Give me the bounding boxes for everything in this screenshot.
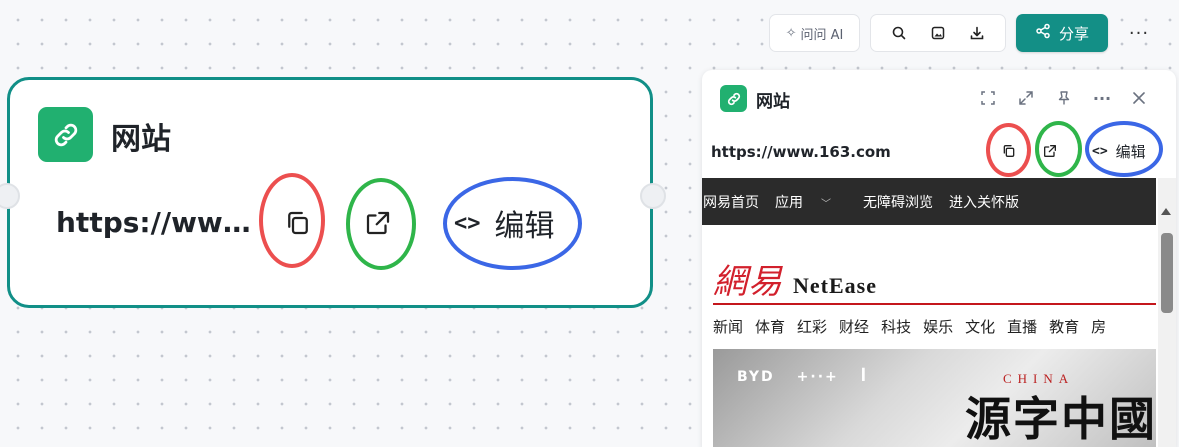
banner-logo: BYD	[737, 369, 775, 385]
channel-item[interactable]: 娱乐	[923, 316, 953, 337]
expand-icon[interactable]	[1014, 86, 1038, 110]
channel-item[interactable]: 教育	[1049, 316, 1079, 337]
link-icon	[720, 85, 747, 112]
site-nav-accessibility[interactable]: 无障碍浏览	[863, 192, 933, 212]
site-nav-bar: 网易首页 应用 ﹀ 无障碍浏览 进入关怀版	[702, 178, 1156, 225]
channel-item[interactable]: 财经	[839, 316, 869, 337]
channel-item[interactable]: 文化	[965, 316, 995, 337]
panel-edit-button[interactable]: <> 编辑	[1092, 141, 1146, 162]
site-nav-home[interactable]: 网易首页	[703, 192, 759, 212]
divider	[713, 303, 1156, 305]
site-nav-care[interactable]: 进入关怀版	[949, 192, 1019, 212]
panel-title: 网站	[756, 92, 790, 112]
copy-icon[interactable]	[280, 205, 316, 241]
connection-port-right[interactable]	[640, 183, 666, 209]
site-logo-cn: 網易	[713, 262, 783, 302]
share-button[interactable]: 分享	[1016, 14, 1108, 52]
channel-item[interactable]: 房	[1091, 316, 1106, 337]
pin-icon[interactable]	[1052, 86, 1076, 110]
more-options-button[interactable]: ···	[1124, 20, 1154, 46]
link-icon	[38, 107, 93, 162]
image-icon[interactable]	[924, 19, 952, 47]
banner-cn-text: 源字中國	[965, 392, 1156, 446]
channel-item[interactable]: 新闻	[713, 316, 743, 337]
open-external-icon[interactable]	[360, 205, 396, 241]
share-label: 分享	[1058, 24, 1089, 43]
scrollbar[interactable]	[1158, 178, 1176, 447]
site-logo[interactable]: 網易 NetEase	[713, 254, 877, 303]
banner-logo: +··+	[796, 369, 839, 385]
download-icon[interactable]	[963, 19, 991, 47]
node-url: https://www.163.com	[56, 206, 266, 239]
ask-ai-label: 问问 AI	[800, 27, 844, 43]
canvas-tools-group	[870, 14, 1006, 52]
embedded-website[interactable]: 网易首页 应用 ﹀ 无障碍浏览 进入关怀版 網易 NetEase 新闻 体育 红彩…	[702, 178, 1156, 447]
banner-logo: ꟾ	[860, 369, 868, 385]
panel-edit-label: 编辑	[1115, 143, 1146, 161]
panel-url: https://www.163.com	[711, 143, 891, 161]
chevron-down-icon: ﹀	[821, 198, 831, 210]
site-nav-apps[interactable]: 应用 ﹀	[775, 192, 847, 212]
connection-port-left[interactable]	[0, 183, 20, 209]
website-preview-panel: 网站 ··· https://www.163.com <> 编辑 网易首页 应用…	[702, 70, 1176, 447]
code-icon: <>	[1092, 144, 1108, 159]
share-icon	[1035, 23, 1051, 43]
scrollbar-thumb[interactable]	[1161, 233, 1173, 313]
fit-screen-icon[interactable]	[976, 86, 1000, 110]
close-icon[interactable]	[1127, 86, 1151, 110]
code-icon: <>	[454, 210, 481, 236]
channel-item[interactable]: 体育	[755, 316, 785, 337]
site-channel-list: 新闻 体育 红彩 财经 科技 娱乐 文化 直播 教育 房	[713, 316, 1118, 337]
channel-item[interactable]: 科技	[881, 316, 911, 337]
banner-logos: BYD +··+ ꟾ	[737, 369, 868, 385]
sparkle-icon: ✧	[785, 25, 797, 41]
channel-item[interactable]: 直播	[1007, 316, 1037, 337]
copy-icon[interactable]	[998, 140, 1020, 162]
panel-more-icon[interactable]: ···	[1090, 86, 1114, 110]
edit-label: 编辑	[494, 209, 555, 244]
site-banner-ad[interactable]: BYD +··+ ꟾ CHINA 源字中國	[713, 349, 1156, 447]
website-node[interactable]: 网站 https://www.163.com <> 编辑	[0, 77, 666, 308]
scroll-up-arrow-icon[interactable]	[1161, 208, 1171, 215]
channel-item[interactable]: 红彩	[797, 316, 827, 337]
search-icon[interactable]	[885, 19, 913, 47]
ask-ai-button[interactable]: ✧ 问问 AI	[769, 14, 860, 52]
open-external-icon[interactable]	[1039, 140, 1061, 162]
site-logo-en: NetEase	[793, 273, 877, 298]
edit-button[interactable]: <> 编辑	[454, 202, 555, 244]
node-title: 网站	[111, 122, 171, 157]
